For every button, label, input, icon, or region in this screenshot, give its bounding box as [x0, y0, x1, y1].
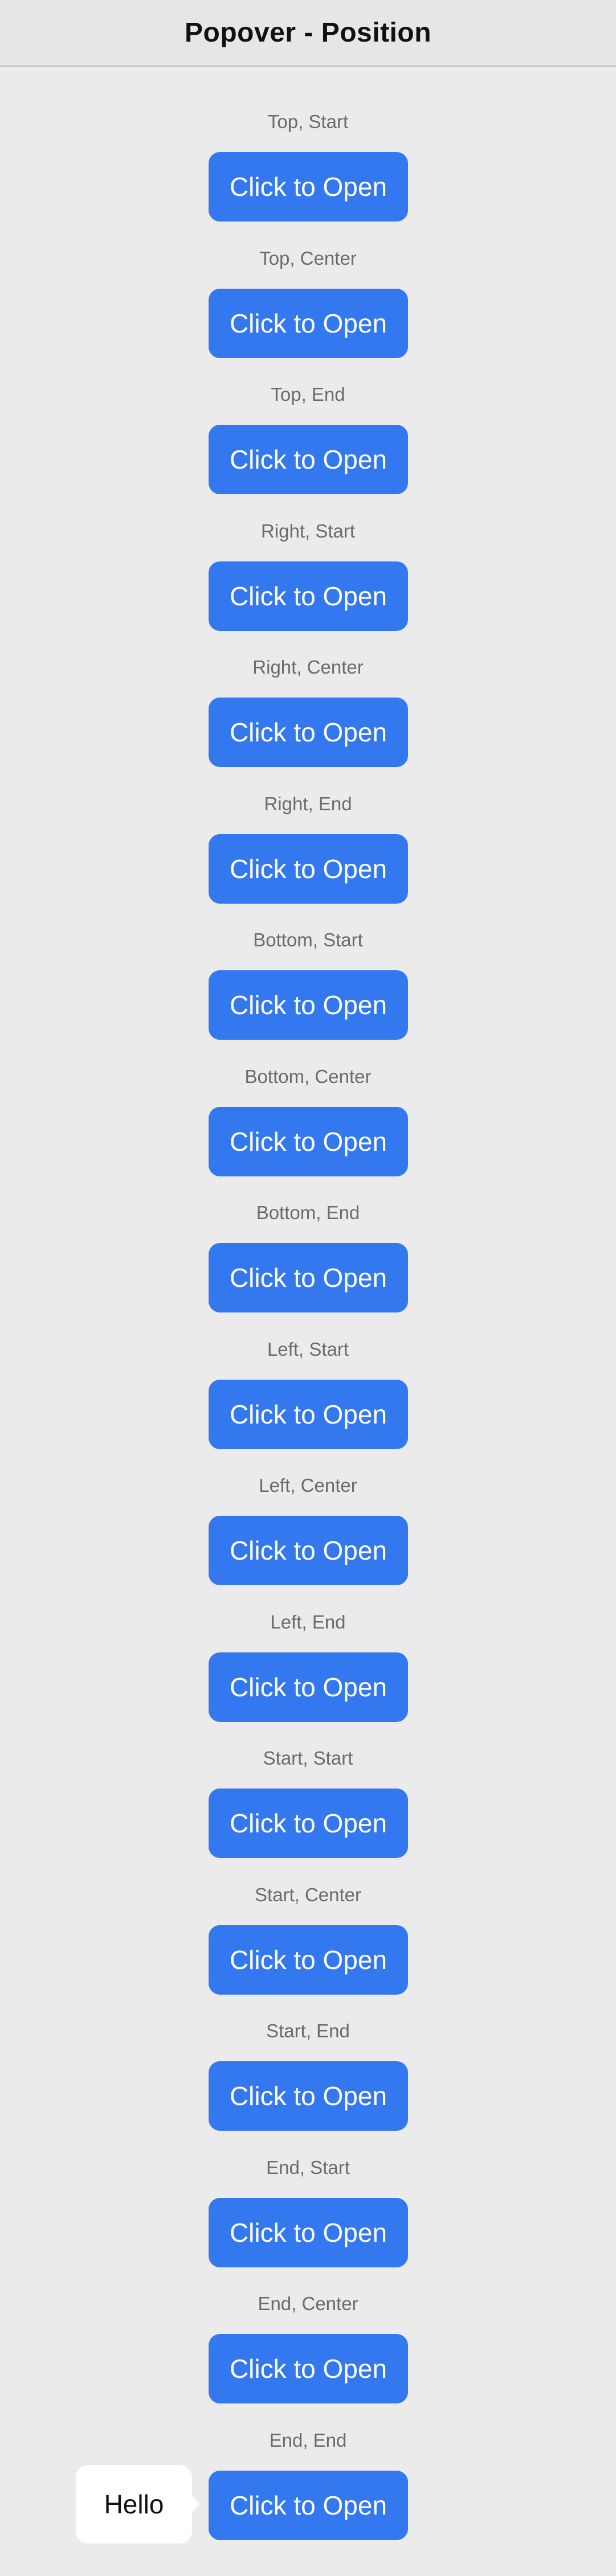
- open-popover-button[interactable]: Click to Open: [209, 834, 408, 904]
- position-label: Left, End: [270, 1611, 346, 1632]
- open-popover-button[interactable]: Click to Open: [209, 1789, 408, 1858]
- position-label: Right, End: [264, 793, 352, 814]
- position-label: Right, Start: [260, 520, 356, 542]
- position-item-start-end: Start, End Click to Open: [0, 2019, 616, 2155]
- position-item-start-start: Start, Start Click to Open: [0, 1746, 616, 1882]
- position-label: Start, Center: [254, 1884, 362, 1905]
- position-item-end-start: End, Start Click to Open: [0, 2155, 616, 2292]
- position-label: Bottom, Start: [253, 929, 363, 950]
- open-popover-button[interactable]: Click to Open: [209, 698, 408, 767]
- position-label: Top, End: [271, 384, 345, 405]
- position-item-bottom-end: Bottom, End Click to Open: [0, 1200, 616, 1337]
- open-popover-button[interactable]: Click to Open: [209, 425, 408, 494]
- open-popover-button[interactable]: Click to Open: [209, 1516, 408, 1585]
- position-item-right-start: Right, Start Click to Open: [0, 519, 616, 655]
- position-item-top-start: Top, Start Click to Open: [0, 109, 616, 246]
- position-label: End, Start: [266, 2156, 350, 2178]
- open-popover-button[interactable]: Click to Open: [209, 2334, 408, 2403]
- position-label: Start, End: [266, 2020, 350, 2041]
- position-label: Left, Start: [267, 1338, 349, 1360]
- position-label: End, Center: [258, 2293, 358, 2314]
- position-item-bottom-center: Bottom, Center Click to Open: [0, 1064, 616, 1201]
- position-label: Right, Center: [252, 657, 364, 678]
- position-item-start-center: Start, Center Click to Open: [0, 1882, 616, 2019]
- open-popover-button[interactable]: Click to Open: [209, 561, 408, 631]
- position-item-end-center: End, Center Click to Open: [0, 2291, 616, 2428]
- open-popover-button[interactable]: Click to Open: [209, 1652, 408, 1722]
- position-item-top-end: Top, End Click to Open: [0, 382, 616, 519]
- open-popover-button[interactable]: Click to Open: [209, 2470, 408, 2540]
- position-label: Top, Center: [259, 247, 357, 269]
- open-popover-button[interactable]: Click to Open: [209, 288, 408, 358]
- popover-text: Hello: [104, 2489, 164, 2519]
- open-popover-button[interactable]: Click to Open: [209, 1243, 408, 1312]
- open-popover-button[interactable]: Click to Open: [209, 1925, 408, 1995]
- position-item-top-center: Top, Center Click to Open: [0, 246, 616, 383]
- header-bar: Popover - Position: [0, 0, 616, 67]
- page-title: Popover - Position: [184, 18, 432, 48]
- position-item-left-start: Left, Start Click to Open: [0, 1337, 616, 1474]
- position-item-left-center: Left, Center Click to Open: [0, 1473, 616, 1610]
- popover-arrow: [192, 2496, 200, 2512]
- open-popover-button[interactable]: Click to Open: [209, 2197, 408, 2267]
- position-label: End, End: [269, 2429, 347, 2451]
- position-item-left-end: Left, End Click to Open: [0, 1610, 616, 1746]
- position-item-right-end: Right, End Click to Open: [0, 791, 616, 928]
- position-label: Bottom, Center: [244, 1065, 372, 1087]
- open-popover-button[interactable]: Click to Open: [209, 970, 408, 1040]
- open-popover-button[interactable]: Click to Open: [209, 1379, 408, 1449]
- position-item-bottom-start: Bottom, Start Click to Open: [0, 928, 616, 1064]
- position-label: Bottom, End: [256, 1202, 360, 1223]
- open-popover-button[interactable]: Click to Open: [209, 1106, 408, 1176]
- position-item-right-center: Right, Center Click to Open: [0, 655, 616, 791]
- position-label: Start, Start: [263, 1748, 353, 1769]
- open-popover-button[interactable]: Click to Open: [209, 152, 408, 221]
- position-label: Left, Center: [259, 1475, 357, 1496]
- popover: Hello: [76, 2465, 200, 2544]
- position-label: Top, Start: [267, 111, 349, 132]
- open-popover-button[interactable]: Click to Open: [209, 2061, 408, 2131]
